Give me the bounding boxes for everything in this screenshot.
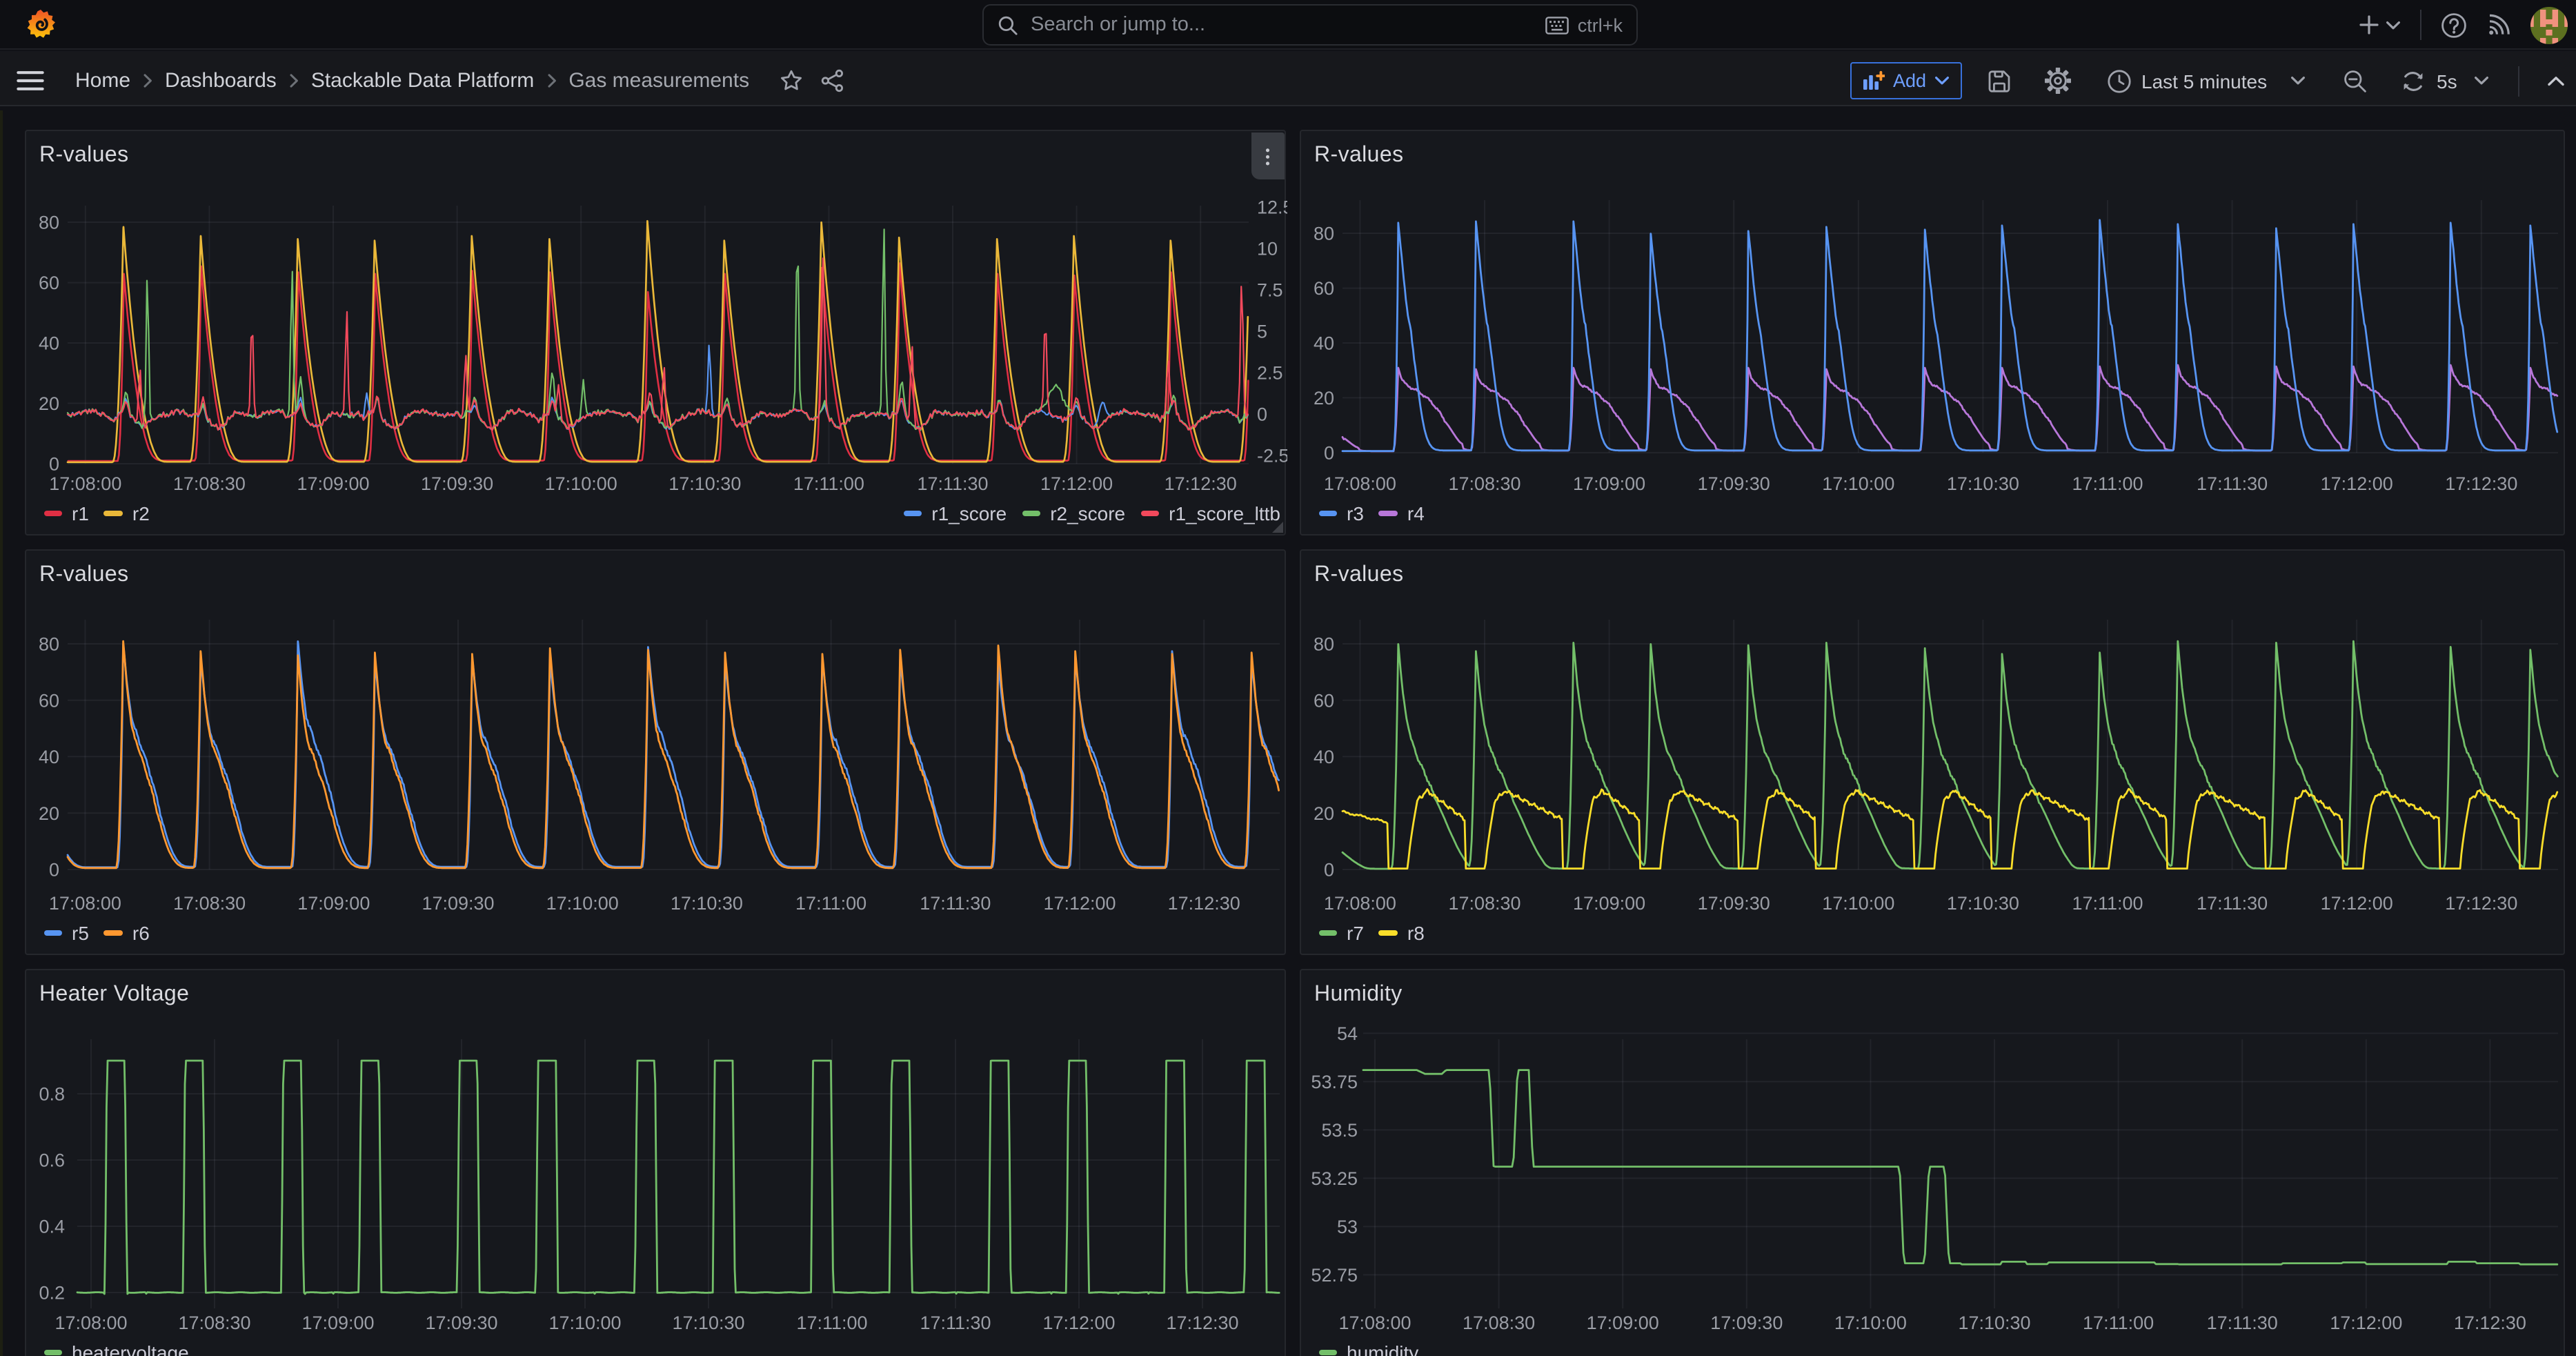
- svg-text:60: 60: [1314, 690, 1334, 711]
- svg-text:17:08:30: 17:08:30: [1463, 1313, 1535, 1333]
- svg-text:17:10:00: 17:10:00: [1822, 473, 1894, 494]
- svg-text:17:11:30: 17:11:30: [917, 473, 988, 494]
- svg-text:0.2: 0.2: [39, 1283, 65, 1304]
- svg-text:17:11:00: 17:11:00: [795, 893, 866, 914]
- svg-text:17:08:00: 17:08:00: [49, 473, 121, 494]
- svg-text:54: 54: [1337, 1023, 1358, 1044]
- svg-text:53: 53: [1337, 1217, 1358, 1237]
- svg-text:17:09:00: 17:09:00: [1573, 893, 1645, 914]
- svg-text:17:11:30: 17:11:30: [920, 893, 991, 914]
- svg-text:17:12:30: 17:12:30: [2454, 1313, 2526, 1333]
- svg-text:17:10:00: 17:10:00: [1834, 1313, 1907, 1333]
- svg-text:17:11:30: 17:11:30: [920, 1313, 991, 1333]
- svg-text:53.5: 53.5: [1321, 1120, 1358, 1141]
- svg-text:17:09:30: 17:09:30: [421, 473, 493, 494]
- svg-text:17:08:00: 17:08:00: [49, 893, 121, 914]
- svg-text:17:12:30: 17:12:30: [2445, 473, 2517, 494]
- svg-text:17:11:00: 17:11:00: [796, 1313, 867, 1333]
- svg-text:0: 0: [1257, 404, 1267, 425]
- svg-text:17:08:30: 17:08:30: [173, 473, 246, 494]
- svg-text:60: 60: [39, 273, 59, 293]
- svg-text:80: 80: [1314, 634, 1334, 655]
- svg-text:17:08:30: 17:08:30: [1448, 473, 1520, 494]
- svg-text:80: 80: [1314, 224, 1334, 244]
- svg-text:5: 5: [1257, 322, 1267, 342]
- svg-text:17:09:00: 17:09:00: [1587, 1313, 1659, 1333]
- svg-text:17:11:30: 17:11:30: [2197, 473, 2268, 494]
- svg-text:17:11:30: 17:11:30: [2197, 893, 2268, 914]
- svg-text:17:10:30: 17:10:30: [1947, 893, 2019, 914]
- svg-text:17:09:00: 17:09:00: [297, 893, 370, 914]
- svg-text:17:10:00: 17:10:00: [545, 473, 617, 494]
- svg-text:17:08:30: 17:08:30: [1448, 893, 1520, 914]
- svg-text:0: 0: [49, 454, 59, 475]
- svg-text:17:12:00: 17:12:00: [2321, 893, 2393, 914]
- svg-text:7.5: 7.5: [1257, 280, 1283, 301]
- svg-text:17:08:00: 17:08:00: [1324, 893, 1396, 914]
- svg-text:17:10:30: 17:10:30: [671, 893, 743, 914]
- svg-text:17:12:00: 17:12:00: [1043, 893, 1116, 914]
- svg-text:40: 40: [39, 747, 59, 767]
- svg-text:0.4: 0.4: [39, 1217, 65, 1237]
- svg-text:53.25: 53.25: [1311, 1168, 1358, 1189]
- svg-text:17:08:00: 17:08:00: [55, 1313, 127, 1333]
- svg-text:80: 80: [39, 634, 59, 655]
- svg-text:60: 60: [1314, 278, 1334, 299]
- svg-text:2.5: 2.5: [1257, 363, 1283, 384]
- svg-text:-2.5: -2.5: [1257, 446, 1287, 466]
- svg-text:17:11:00: 17:11:00: [2083, 1313, 2154, 1333]
- svg-text:17:10:00: 17:10:00: [548, 1313, 621, 1333]
- svg-text:17:12:00: 17:12:00: [1040, 473, 1113, 494]
- svg-text:17:10:30: 17:10:30: [672, 1313, 744, 1333]
- svg-text:17:12:00: 17:12:00: [2330, 1313, 2402, 1333]
- svg-text:20: 20: [39, 393, 59, 414]
- svg-text:17:12:00: 17:12:00: [1042, 1313, 1115, 1333]
- svg-text:0: 0: [1324, 860, 1334, 881]
- svg-text:40: 40: [1314, 333, 1334, 354]
- svg-text:17:10:30: 17:10:30: [668, 473, 741, 494]
- svg-text:17:08:00: 17:08:00: [1324, 473, 1396, 494]
- svg-text:17:11:00: 17:11:00: [793, 473, 864, 494]
- svg-text:0.6: 0.6: [39, 1150, 65, 1171]
- svg-text:17:09:30: 17:09:30: [1698, 473, 1770, 494]
- svg-text:20: 20: [39, 803, 59, 824]
- svg-text:80: 80: [39, 213, 59, 233]
- svg-text:17:11:30: 17:11:30: [2207, 1313, 2278, 1333]
- svg-text:52.75: 52.75: [1311, 1265, 1358, 1286]
- svg-text:0.8: 0.8: [39, 1084, 65, 1105]
- svg-text:60: 60: [39, 690, 59, 711]
- svg-text:17:10:00: 17:10:00: [546, 893, 619, 914]
- svg-text:12.5: 12.5: [1257, 197, 1287, 218]
- svg-text:17:09:00: 17:09:00: [1573, 473, 1645, 494]
- svg-text:0: 0: [1324, 443, 1334, 464]
- svg-text:17:12:00: 17:12:00: [2321, 473, 2393, 494]
- svg-text:17:11:00: 17:11:00: [2072, 473, 2143, 494]
- svg-text:17:09:30: 17:09:30: [1710, 1313, 1783, 1333]
- svg-text:53.75: 53.75: [1311, 1072, 1358, 1092]
- svg-text:17:09:00: 17:09:00: [297, 473, 369, 494]
- svg-text:17:08:30: 17:08:30: [178, 1313, 250, 1333]
- svg-text:17:09:30: 17:09:30: [422, 893, 494, 914]
- svg-text:17:10:30: 17:10:30: [1947, 473, 2019, 494]
- svg-text:17:12:30: 17:12:30: [1165, 473, 1237, 494]
- svg-text:20: 20: [1314, 388, 1334, 409]
- svg-text:17:09:00: 17:09:00: [301, 1313, 374, 1333]
- svg-text:10: 10: [1257, 239, 1278, 259]
- svg-text:0: 0: [49, 860, 59, 881]
- svg-text:17:10:30: 17:10:30: [1958, 1313, 2030, 1333]
- svg-text:20: 20: [1314, 803, 1334, 824]
- svg-text:17:08:30: 17:08:30: [173, 893, 246, 914]
- svg-text:17:12:30: 17:12:30: [1168, 893, 1240, 914]
- svg-text:17:09:30: 17:09:30: [1698, 893, 1770, 914]
- svg-text:17:10:00: 17:10:00: [1822, 893, 1894, 914]
- svg-text:40: 40: [1314, 747, 1334, 767]
- svg-text:17:11:00: 17:11:00: [2072, 893, 2143, 914]
- svg-text:40: 40: [39, 333, 59, 354]
- svg-text:17:09:30: 17:09:30: [425, 1313, 497, 1333]
- svg-text:17:12:30: 17:12:30: [2445, 893, 2517, 914]
- svg-text:17:12:30: 17:12:30: [1166, 1313, 1238, 1333]
- svg-text:17:08:00: 17:08:00: [1338, 1313, 1411, 1333]
